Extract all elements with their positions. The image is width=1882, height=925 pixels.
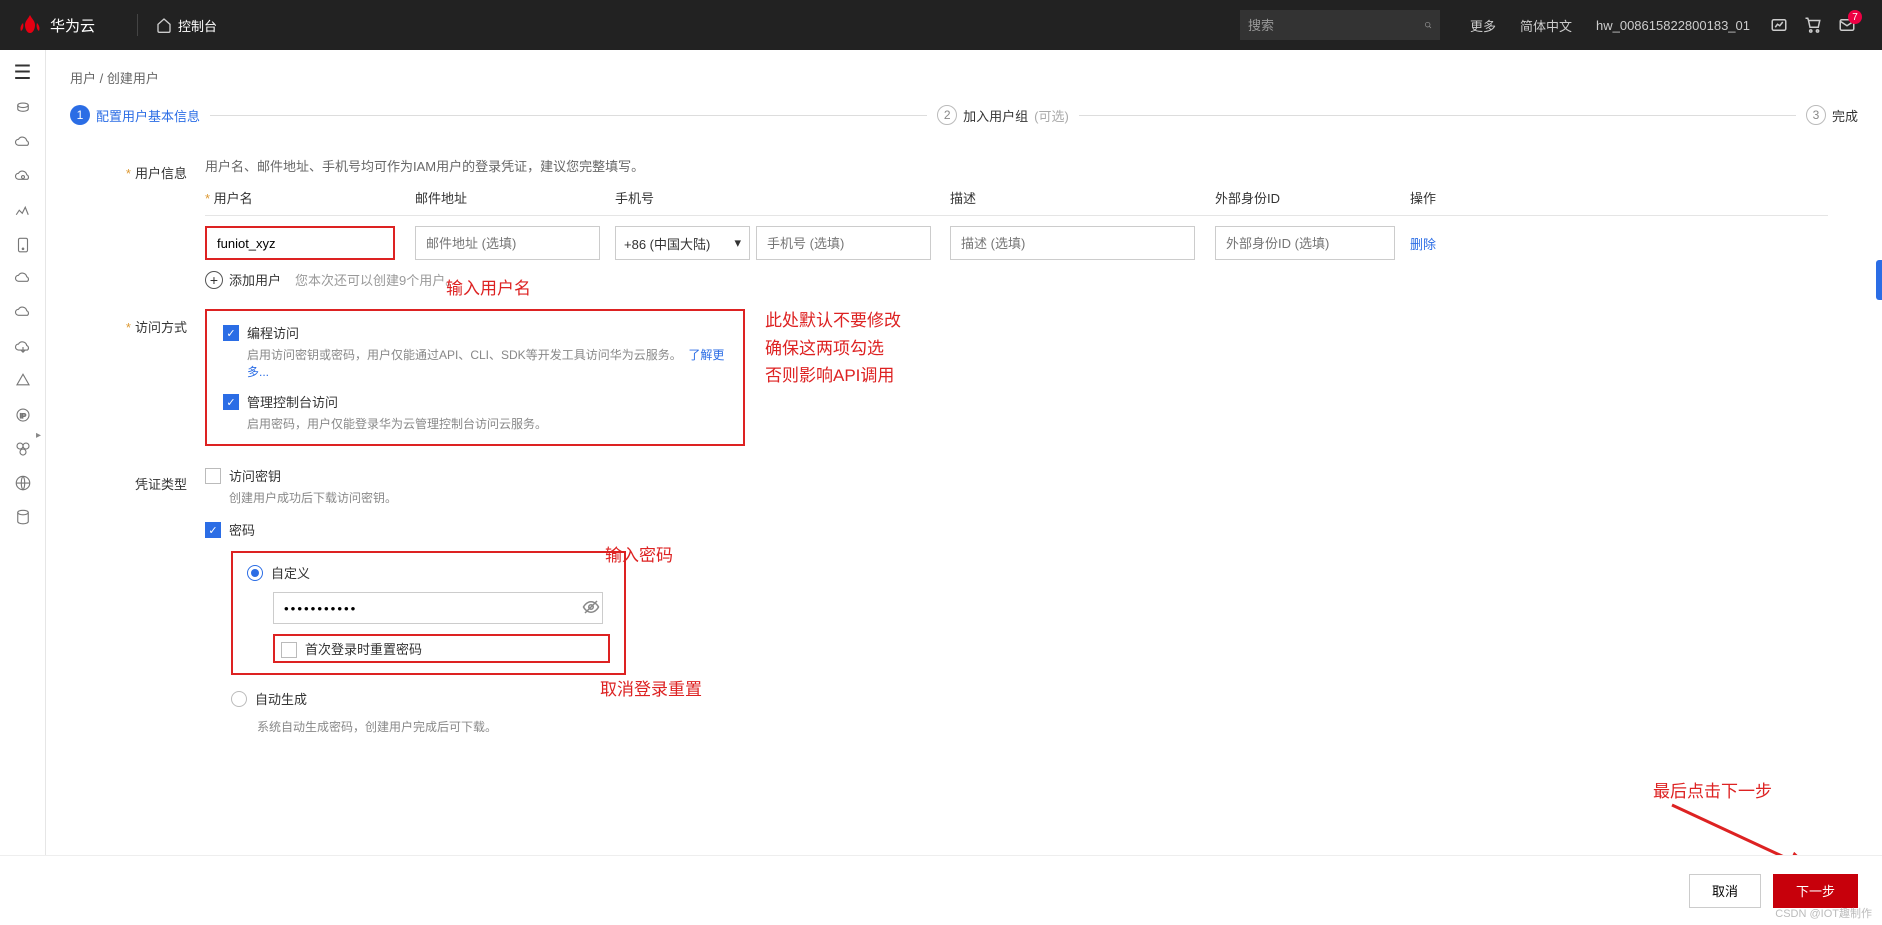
feedback-icon[interactable] [1770, 16, 1788, 34]
table-row: +86 (中国大陆)▾ 删除 [205, 226, 1828, 260]
checkbox-console[interactable]: ✓ [223, 394, 239, 410]
annotation-reset: 取消登录重置 [600, 676, 702, 703]
phone-input[interactable] [756, 226, 931, 260]
breadcrumb: 用户 / 创建用户 [70, 68, 1858, 87]
service-icon-3[interactable] [13, 167, 33, 187]
main-content: 用户 / 创建用户 1配置用户基本信息 2加入用户组(可选) 3完成 用户信息 … [46, 50, 1882, 925]
checkbox-programmatic[interactable]: ✓ [223, 325, 239, 341]
checkbox-password[interactable]: ✓ [205, 522, 221, 538]
crumb-users[interactable]: 用户 [70, 71, 96, 86]
service-icon-11[interactable] [13, 439, 33, 459]
service-icon-6[interactable] [13, 269, 33, 289]
custom-label: 自定义 [271, 563, 310, 582]
service-icon-12[interactable] [13, 473, 33, 493]
auto-desc: 系统自动生成密码，创建用户完成后可下载。 [257, 718, 1828, 735]
logo[interactable]: 华为云 [18, 13, 95, 37]
cart-icon[interactable] [1804, 16, 1822, 34]
userinfo-hint: 用户名、邮件地址、手机号均可作为IAM用户的登录凭证，建议您完整填写。 [205, 155, 1828, 178]
mail-icon[interactable]: 7 [1838, 16, 1856, 34]
annotation-access: 此处默认不要修改 确保这两项勾选 否则影响API调用 [765, 307, 901, 389]
pwd-custom-box: 自定义 首次登录时重置密码 [231, 551, 626, 675]
divider [137, 14, 138, 36]
eye-icon[interactable] [582, 598, 600, 619]
step-3: 3完成 [1806, 105, 1858, 125]
service-icon-4[interactable] [13, 201, 33, 221]
table-header: * 用户名 邮件地址 手机号 描述 外部身份ID 操作 [205, 188, 1828, 216]
expand-arrow-icon[interactable]: ▸ [36, 430, 41, 441]
auto-label: 自动生成 [255, 689, 307, 708]
huawei-logo-icon [18, 13, 42, 37]
service-icon-8[interactable] [13, 337, 33, 357]
prog-access-label: 编程访问 [247, 323, 727, 342]
cancel-button[interactable]: 取消 [1689, 874, 1761, 908]
watermark: CSDN @IOT趣制作 [1775, 905, 1872, 921]
checkbox-reset-first-login[interactable] [281, 642, 297, 658]
service-icon-7[interactable] [13, 303, 33, 323]
ak-label: 访问密钥 [229, 466, 1828, 485]
checkbox-accesskey[interactable] [205, 468, 221, 484]
radio-custom[interactable] [247, 565, 263, 581]
service-icon-10[interactable]: IP [13, 405, 33, 425]
console-link[interactable]: 控制台 [156, 16, 217, 35]
svg-text:IP: IP [19, 413, 26, 420]
menu-toggle-icon[interactable]: ☰ [14, 60, 32, 85]
delete-link[interactable]: 删除 [1410, 237, 1436, 252]
console-access-label: 管理控制台访问 [247, 392, 727, 411]
next-button[interactable]: 下一步 [1773, 874, 1858, 908]
radio-auto[interactable] [231, 691, 247, 707]
search-icon [1424, 17, 1432, 33]
add-user-tip: 您本次还可以创建9个用户。 [295, 270, 458, 289]
reset-label: 首次登录时重置密码 [305, 639, 422, 658]
service-icon-2[interactable] [13, 133, 33, 153]
more-link[interactable]: 更多 [1470, 16, 1496, 35]
step-1: 1配置用户基本信息 [70, 105, 200, 125]
access-box: ✓ 编程访问 启用访问密钥或密码，用户仅能通过API、CLI、SDK等开发工具访… [205, 309, 745, 446]
crumb-current: 创建用户 [107, 71, 159, 86]
ext-id-input[interactable] [1215, 226, 1395, 260]
top-navbar: 华为云 控制台 更多 简体中文 hw_008615822800183_01 7 [0, 0, 1882, 50]
lang-select[interactable]: 简体中文 [1520, 16, 1572, 35]
service-icon-13[interactable] [13, 507, 33, 527]
search-box[interactable] [1240, 10, 1440, 40]
username-input[interactable] [205, 226, 395, 260]
annotation-username: 输入用户名 [446, 275, 531, 302]
side-handle[interactable] [1876, 260, 1882, 300]
pwd-label: 密码 [229, 520, 1828, 539]
desc-input[interactable] [950, 226, 1195, 260]
country-code-select[interactable]: +86 (中国大陆)▾ [615, 226, 750, 260]
plus-icon: + [205, 271, 223, 289]
stepper: 1配置用户基本信息 2加入用户组(可选) 3完成 [70, 105, 1858, 125]
home-icon [156, 17, 172, 33]
service-icon-5[interactable] [13, 235, 33, 255]
email-input[interactable] [415, 226, 600, 260]
brand-text: 华为云 [50, 15, 95, 36]
console-label: 控制台 [178, 16, 217, 35]
label-cred: 凭证类型 [100, 466, 205, 493]
service-icon-1[interactable] [13, 99, 33, 119]
search-input[interactable] [1248, 18, 1424, 33]
user-name[interactable]: hw_008615822800183_01 [1596, 18, 1750, 33]
footer-bar: 取消 下一步 [0, 855, 1882, 925]
label-userinfo: 用户信息 [100, 155, 205, 182]
icon-sidebar: ☰ IP ▸ [0, 50, 46, 925]
mail-badge: 7 [1848, 10, 1862, 24]
service-icon-9[interactable] [13, 371, 33, 391]
step-2: 2加入用户组(可选) [937, 105, 1069, 125]
label-access: 访问方式 [100, 309, 205, 336]
chevron-down-icon: ▾ [734, 235, 741, 251]
password-input[interactable] [273, 592, 603, 624]
